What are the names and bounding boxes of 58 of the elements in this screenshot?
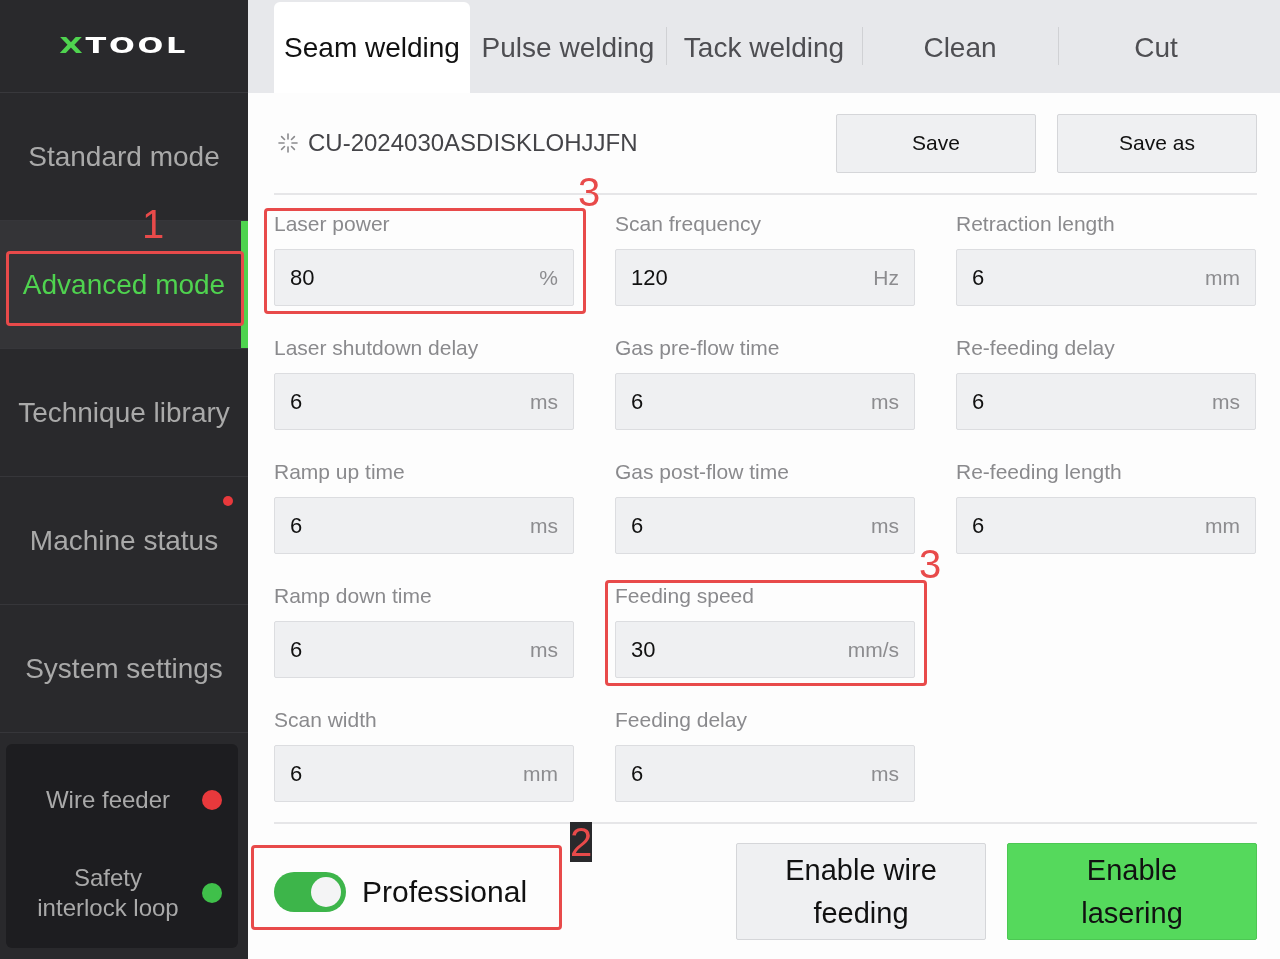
callout-number: 2 [570,821,593,862]
input-field[interactable]: 6 mm [956,249,1256,306]
field-label: Feeding delay [615,707,747,733]
unit-label: Hz [873,265,899,290]
callout-number: 3 [919,544,942,584]
unit-label: mm/s [847,637,899,662]
field-label: Scan frequency [615,211,761,237]
unit-label: ms [530,637,558,662]
tab[interactable]: Pulse welding [470,2,666,93]
field-label: Ramp down time [274,583,432,609]
unit-label: mm [1205,265,1240,290]
field-label: Gas post-flow time [615,459,789,485]
action-button[interactable]: Enable wire feeding [736,843,986,940]
field-label: Ramp up time [274,459,405,485]
unit-label: ms [871,513,899,538]
unit-label: ms [1212,389,1240,414]
logo: XTOOL [59,34,189,58]
input-field[interactable]: 6 mm [956,497,1256,554]
preset-code: CU-2024030ASDISKLOHJJFN [308,129,638,157]
unit-label: ms [530,513,558,538]
spinner-icon [278,133,298,153]
input-field[interactable]: 6 ms [956,373,1256,430]
input-field[interactable]: 6 ms [615,373,915,430]
tab[interactable]: Cut [1058,2,1254,93]
action-button[interactable]: Enable lasering [1007,843,1257,940]
input-field[interactable]: 6 mm [274,745,574,802]
field-label: Laser shutdown delay [274,335,479,361]
field-label: Scan width [274,707,377,733]
tab[interactable]: Tack welding [666,2,862,93]
input-field[interactable]: 6 ms [274,373,574,430]
status-label: Wire feeder [44,785,171,815]
input-field[interactable]: 80 % [274,249,574,306]
field-label: Feeding speed [615,583,754,609]
input-field[interactable]: 6 ms [274,497,574,554]
tab[interactable]: Clean [862,2,1058,93]
toggle-label: Professional [362,874,528,909]
unit-label: mm [1205,513,1240,538]
save-button[interactable]: Save [836,113,1036,173]
toggle-switch[interactable] [274,871,346,912]
field-label: Retraction length [956,211,1115,237]
unit-label: ms [871,389,899,414]
input-field[interactable]: 120 Hz [615,249,915,306]
unit-label: mm [523,761,558,786]
callout-number: 3 [578,172,601,212]
input-field[interactable]: 30 mm/s [615,621,915,678]
input-field[interactable]: 6 ms [615,745,915,802]
save-button[interactable]: Save as [1057,113,1257,173]
field-label: Re-feeding length [956,459,1122,485]
status-label: Safety interlock loop [36,863,180,923]
unit-label: % [539,265,558,290]
input-field[interactable]: 6 ms [274,621,574,678]
unit-label: ms [530,389,558,414]
field-label: Laser power [274,211,390,237]
field-label: Re-feeding delay [956,335,1115,361]
input-field[interactable]: 6 ms [615,497,915,554]
tab[interactable]: Seam welding [274,2,470,93]
unit-label: ms [871,761,899,786]
field-label: Gas pre-flow time [615,335,780,361]
